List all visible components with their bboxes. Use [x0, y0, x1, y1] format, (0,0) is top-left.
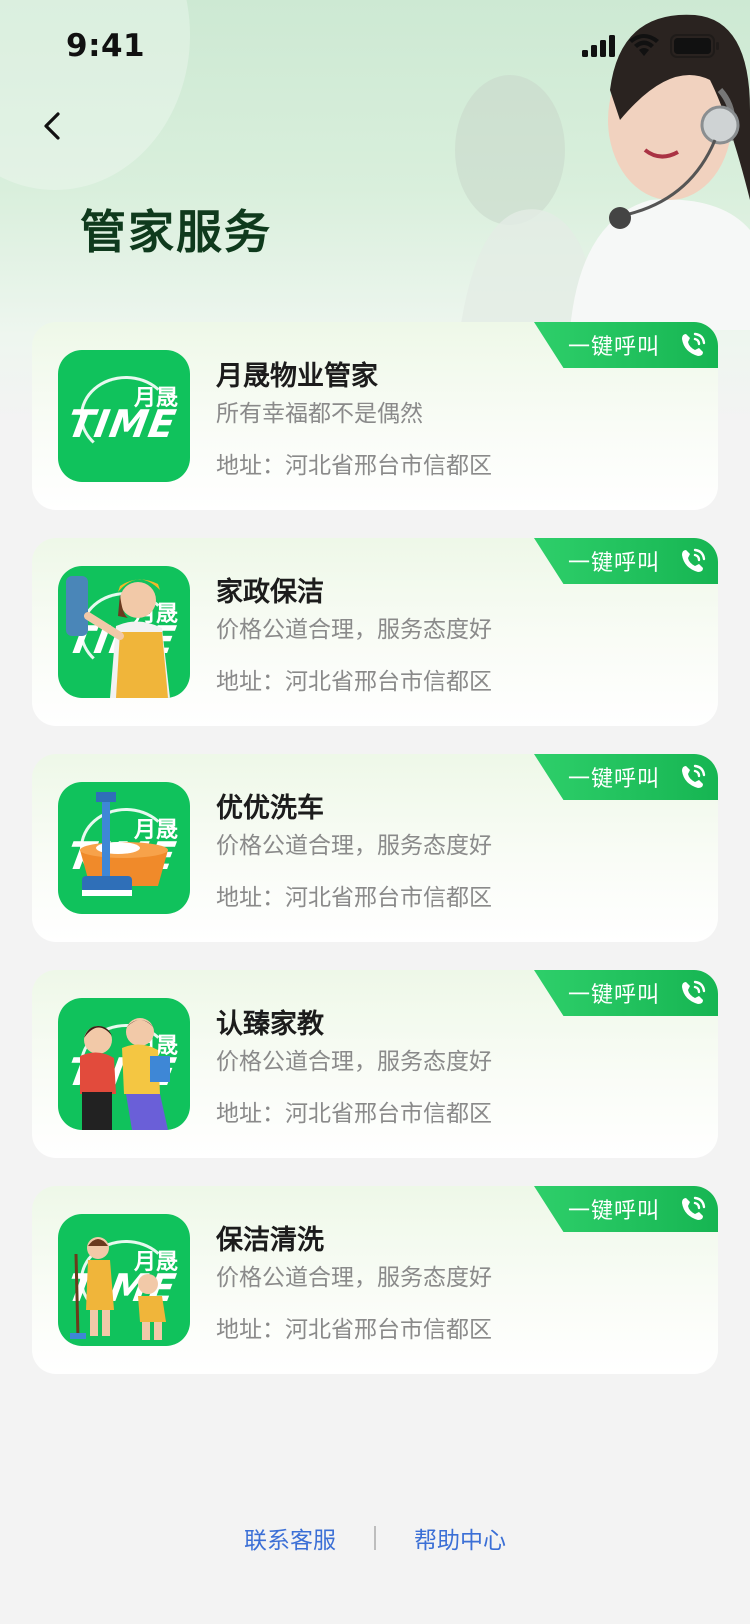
service-name: 认臻家教: [216, 1009, 324, 1040]
phone-call-icon: [682, 764, 706, 788]
service-card[interactable]: 月晟TIME 家政保洁价格公道合理，服务态度好地址：河北省邢台市信都区 一键呼叫: [32, 538, 718, 726]
phone-call-icon: [682, 332, 706, 356]
cleaning-woman-illustration: [66, 576, 170, 698]
service-name: 优优洗车: [216, 793, 324, 824]
footer-divider: [374, 1526, 376, 1550]
one-click-call-button[interactable]: 一键呼叫: [534, 970, 718, 1016]
service-slogan: 所有幸福都不是偶然: [216, 401, 423, 427]
one-click-call-button[interactable]: 一键呼叫: [534, 1186, 718, 1232]
back-button[interactable]: [30, 104, 74, 148]
call-button-label: 一键呼叫: [568, 1199, 661, 1224]
call-button-label: 一键呼叫: [568, 767, 661, 792]
service-thumbnail: 月晟TIME: [58, 566, 190, 698]
service-thumbnail: 月晟TIME: [58, 782, 190, 914]
contact-support-link[interactable]: 联系客服: [244, 1521, 336, 1555]
status-time: 9:41: [66, 28, 146, 64]
phone-call-icon: [682, 548, 706, 572]
thumb-logo-time: TIME: [64, 402, 180, 446]
service-list: 月晟TIME月晟物业管家所有幸福都不是偶然地址：河北省邢台市信都区一键呼叫月晟T…: [32, 322, 718, 1402]
service-name: 保洁清洗: [216, 1225, 324, 1256]
status-bar: 9:41: [0, 0, 750, 90]
page-title: 管家服务: [80, 205, 272, 259]
wash-basin-illustration: [80, 792, 168, 896]
status-icons: [582, 34, 720, 58]
footer-links: 联系客服 帮助中心: [0, 1518, 750, 1558]
service-name: 月晟物业管家: [216, 361, 378, 392]
call-button-label: 一键呼叫: [568, 335, 661, 360]
cellular-signal-icon: [582, 35, 615, 57]
phone-call-icon: [682, 1196, 706, 1220]
one-click-call-button[interactable]: 一键呼叫: [534, 538, 718, 584]
wifi-icon: [629, 34, 659, 56]
service-card[interactable]: 月晟 TIME 月晟物业管家所有幸福都不是偶然地址：河北省邢台市信都区 一键呼叫: [32, 322, 718, 510]
service-thumbnail: 月晟TIME: [58, 350, 190, 482]
service-thumbnail: 月晟TIME: [58, 1214, 190, 1346]
service-name: 家政保洁: [216, 577, 324, 608]
service-address: 地址：河北省邢台市信都区: [216, 1101, 492, 1127]
service-slogan: 价格公道合理，服务态度好: [216, 1049, 492, 1075]
cleaners-illustration: [70, 1237, 166, 1340]
service-card[interactable]: 月晟TIME 优优洗车价格公道合理，服务态度好地址：河北省邢台市信都区 一键呼叫: [32, 754, 718, 942]
service-address: 地址：河北省邢台市信都区: [216, 453, 492, 479]
phone-call-icon: [682, 980, 706, 1004]
service-slogan: 价格公道合理，服务态度好: [216, 617, 492, 643]
service-card[interactable]: 月晟 TIME 保洁清洗价格公道合理，服务态度好 地址：河北省邢台市信都区 一键呼叫: [32, 1186, 718, 1374]
service-address: 地址：河北省邢台市信都区: [216, 885, 492, 911]
service-card[interactable]: 月晟 TIME 认臻家教价格公道合理，服务态度好 地址：河北省邢台市信都区 一键呼叫: [32, 970, 718, 1158]
service-slogan: 价格公道合理，服务态度好: [216, 1265, 492, 1291]
service-address: 地址：河北省邢台市信都区: [216, 1317, 492, 1343]
one-click-call-button[interactable]: 一键呼叫: [534, 322, 718, 368]
battery-icon: [670, 34, 719, 58]
service-thumbnail: 月晟TIME: [58, 998, 190, 1130]
service-slogan: 价格公道合理，服务态度好: [216, 833, 492, 859]
service-address: 地址：河北省邢台市信都区: [216, 669, 492, 695]
call-button-label: 一键呼叫: [568, 551, 661, 576]
call-button-label: 一键呼叫: [568, 983, 661, 1008]
chevron-left-icon: [44, 112, 60, 140]
help-center-link[interactable]: 帮助中心: [414, 1521, 506, 1555]
students-illustration: [80, 1018, 170, 1130]
one-click-call-button[interactable]: 一键呼叫: [534, 754, 718, 800]
